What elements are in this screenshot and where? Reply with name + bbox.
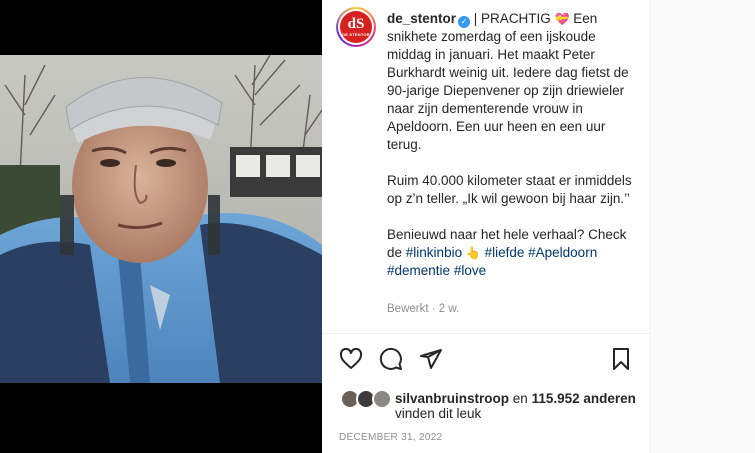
post-caption: de_stentor ✓ | PRACHTIG 💝 Een snikhete zo… xyxy=(387,10,633,280)
pointing-hand-emoji-icon: 👆 xyxy=(465,246,481,260)
page-gutter xyxy=(650,0,755,453)
heart-icon[interactable] xyxy=(338,346,364,372)
likes-suffix: vinden dit leuk xyxy=(395,406,482,421)
likes-row: silvanbruinstroop en 115.952 anderen xyxy=(340,387,640,411)
share-icon[interactable] xyxy=(418,346,444,372)
hashtag-link[interactable]: #love xyxy=(454,263,486,278)
heart-ribbon-emoji-icon: 💝 xyxy=(554,12,570,26)
bookmark-icon[interactable] xyxy=(608,346,634,372)
hashtag-link[interactable]: #dementie xyxy=(387,263,450,278)
username-link[interactable]: de_stentor xyxy=(387,11,456,26)
hashtag-link[interactable]: #liefde xyxy=(485,245,525,260)
likes-count-link[interactable]: 115.952 anderen xyxy=(532,391,636,406)
caption-paragraph-2: Ruim 40.000 kilometer staat er inmiddels… xyxy=(387,173,632,206)
de-stentor-logo: dS DE STENTOR xyxy=(340,11,372,43)
hashtag-link[interactable]: #linkinbio xyxy=(406,245,462,260)
post-media[interactable] xyxy=(0,0,322,453)
liker-username-link[interactable]: silvanbruinstroop xyxy=(395,391,509,406)
comment-icon[interactable] xyxy=(378,346,404,372)
hashtag-link[interactable]: #Apeldoorn xyxy=(528,245,597,260)
divider xyxy=(322,333,650,334)
account-avatar[interactable]: dS DE STENTOR xyxy=(336,7,376,47)
post-date[interactable]: DECEMBER 31, 2022 xyxy=(339,432,442,443)
post-photo xyxy=(0,55,322,383)
caption-paragraph-1: Een snikhete zomerdag of een ijskoude mi… xyxy=(387,11,629,152)
action-bar xyxy=(338,346,634,374)
post-details-panel: dS DE STENTOR de_stentor ✓ | PRACHTIG 💝 E… xyxy=(322,0,650,453)
caption-headline: | PRACHTIG xyxy=(473,11,551,26)
avatar xyxy=(372,389,392,409)
liker-avatars[interactable] xyxy=(340,389,394,409)
post-meta: Bewerkt · 2 w. xyxy=(387,303,460,315)
verified-badge-icon: ✓ xyxy=(458,16,471,28)
